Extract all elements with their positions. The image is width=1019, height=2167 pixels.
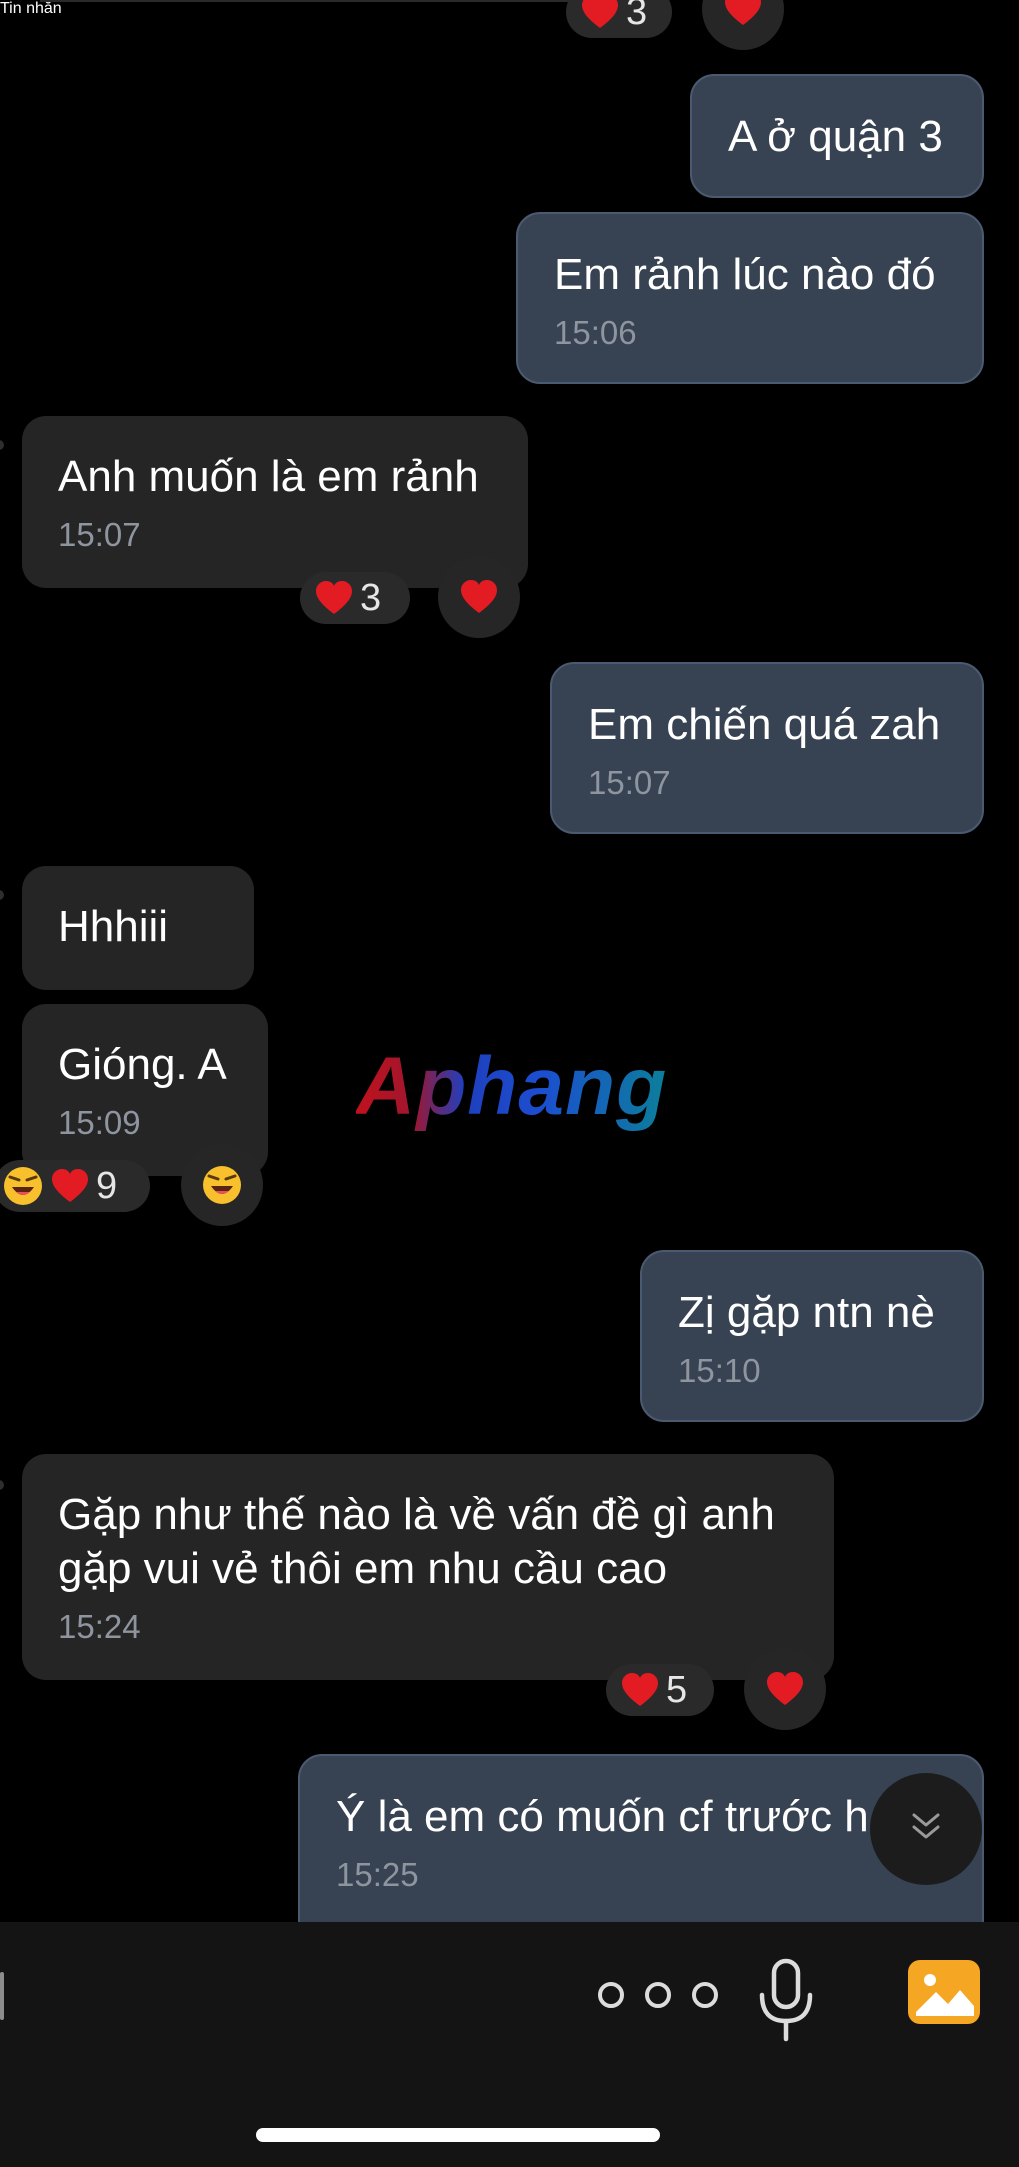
message-outgoing[interactable]: Em rảnh lúc nào đó 15:06 [516, 212, 984, 384]
react-button[interactable] [438, 556, 520, 638]
message-text: A ở quận 3 [728, 112, 943, 161]
message-incoming[interactable]: Gặp như thế nào là về vấn đề gì anh gặp … [22, 1454, 834, 1680]
emoji-button-edge[interactable] [0, 1972, 4, 2020]
message-time: 15:06 [554, 314, 637, 351]
avatar [0, 1480, 4, 1490]
chevron-double-down-icon [906, 1807, 946, 1852]
message-text: Anh muốn là em rảnh [58, 452, 479, 501]
heart-icon [50, 1168, 90, 1204]
react-button[interactable] [181, 1144, 263, 1226]
react-button[interactable] [702, 0, 784, 50]
reaction-summary[interactable]: 3 [300, 572, 410, 624]
message-text: Em rảnh lúc nào đó [554, 250, 936, 299]
microphone-icon [754, 1958, 818, 2051]
message-outgoing[interactable]: Em chiến quá zah 15:07 [550, 662, 984, 834]
avatar [0, 890, 4, 900]
dot-icon [598, 1982, 624, 2008]
heart-icon [765, 1671, 805, 1707]
chat-thread[interactable]: 3 A ở quận 3 Em rảnh lúc nào đó 15:06 An… [0, 0, 1019, 1922]
heart-icon [314, 580, 354, 616]
heart-icon [723, 0, 763, 27]
watermark-logo: Aphang [356, 1041, 668, 1132]
message-text: Gióng. A [58, 1040, 227, 1089]
scroll-to-bottom-button[interactable] [870, 1773, 982, 1885]
reaction-summary[interactable]: 5 [606, 1664, 714, 1716]
message-time: 15:10 [678, 1352, 761, 1389]
divider [40, 0, 600, 2]
message-text: Ý là em có muốn cf trước h [336, 1792, 869, 1841]
laughing-face-icon [2, 1165, 44, 1207]
message-time: 15:07 [588, 764, 671, 801]
heart-icon [580, 0, 620, 30]
heart-icon [620, 1672, 660, 1708]
home-indicator [256, 2128, 660, 2142]
laughing-face-icon [201, 1164, 243, 1206]
message-time: 15:09 [58, 1104, 141, 1141]
reaction-count: 3 [360, 576, 382, 619]
message-text: Em chiến quá zah [588, 700, 941, 749]
reaction-count: 3 [626, 0, 648, 33]
message-time: 15:25 [336, 1856, 419, 1893]
microphone-button[interactable] [754, 1955, 818, 2047]
photo-gallery-button[interactable] [906, 1958, 982, 2026]
message-text: Hhhiii [58, 902, 169, 951]
message-text: Zị gặp ntn nè [678, 1288, 935, 1337]
reaction-count: 5 [666, 1668, 688, 1711]
photo-gallery-icon [906, 1960, 982, 2030]
dot-icon [645, 1982, 671, 2008]
reaction-summary[interactable]: 9 [0, 1160, 150, 1212]
reaction-count: 9 [96, 1164, 118, 1207]
reaction-summary[interactable]: 3 [566, 0, 672, 38]
more-options-button[interactable] [598, 1970, 718, 2020]
dot-icon [692, 1982, 718, 2008]
react-button[interactable] [744, 1648, 826, 1730]
heart-icon [459, 579, 499, 615]
message-time: 15:24 [58, 1608, 141, 1645]
avatar [0, 440, 4, 450]
message-incoming[interactable]: Anh muốn là em rảnh 15:07 [22, 416, 528, 588]
message-outgoing[interactable]: Zị gặp ntn nè 15:10 [640, 1250, 984, 1422]
message-text: Gặp như thế nào là về vấn đề gì anh gặp … [58, 1490, 775, 1593]
message-outgoing[interactable]: A ở quận 3 [690, 74, 984, 198]
message-time: 15:07 [58, 516, 141, 553]
message-incoming[interactable]: Hhhiii [22, 866, 254, 990]
